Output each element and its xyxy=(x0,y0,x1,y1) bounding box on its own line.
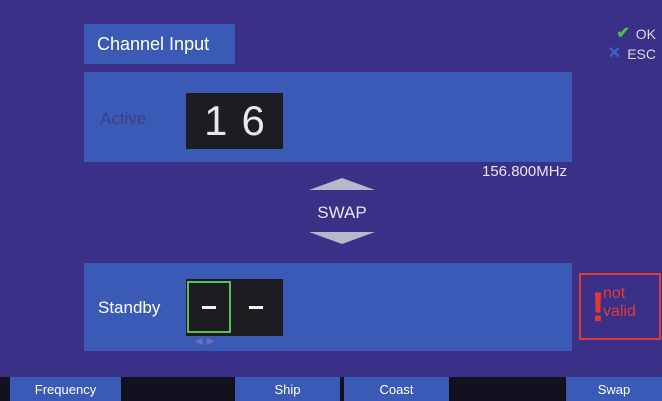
invalid-line-2: valid xyxy=(603,303,636,320)
standby-digit-2 xyxy=(249,305,263,309)
confirm-legend: ✔ OK ✕ ESC xyxy=(608,24,656,64)
ok-label: OK xyxy=(635,26,656,42)
invalid-line-1: not xyxy=(603,285,626,302)
swap-control[interactable]: SWAP xyxy=(309,178,375,244)
swap-label: SWAP xyxy=(317,203,367,222)
standby-label: Standby xyxy=(98,298,161,317)
invalid-text: not valid xyxy=(603,285,636,321)
active-label: Active xyxy=(100,109,147,128)
softkey-frequency[interactable]: Frequency xyxy=(10,377,121,401)
softkey-swap[interactable]: Swap xyxy=(566,377,662,401)
standby-digit-1-field[interactable] xyxy=(187,281,231,333)
softkey-coast[interactable]: Coast xyxy=(344,377,449,401)
arrow-down-icon xyxy=(309,232,375,244)
active-frequency: 156.800MHz xyxy=(482,163,568,180)
digit-nav-arrows: ◀▶ xyxy=(195,336,218,347)
left-arrow-icon: ◀ xyxy=(195,336,207,347)
softkey-ship[interactable]: Ship xyxy=(235,377,340,401)
arrow-up-icon xyxy=(309,178,375,190)
active-channel-display: 1 6 xyxy=(186,93,283,149)
check-icon: ✔ xyxy=(616,25,630,42)
active-channel-panel xyxy=(84,72,572,162)
x-icon: ✕ xyxy=(607,45,622,62)
ok-hint[interactable]: ✔ OK xyxy=(608,24,656,44)
dialog-title: Channel Input xyxy=(84,24,235,64)
esc-label: ESC xyxy=(627,46,656,62)
standby-digit-1 xyxy=(202,305,216,309)
standby-digit-2-field[interactable] xyxy=(236,281,276,333)
right-arrow-icon: ▶ xyxy=(206,336,219,347)
active-digit-1: 1 xyxy=(204,97,228,144)
softkey-bar: Frequency Ship Coast Swap xyxy=(0,377,662,401)
invalid-status-badge: ! not valid xyxy=(579,273,661,340)
esc-hint[interactable]: ✕ ESC xyxy=(608,44,656,64)
active-digit-2: 6 xyxy=(241,97,265,144)
